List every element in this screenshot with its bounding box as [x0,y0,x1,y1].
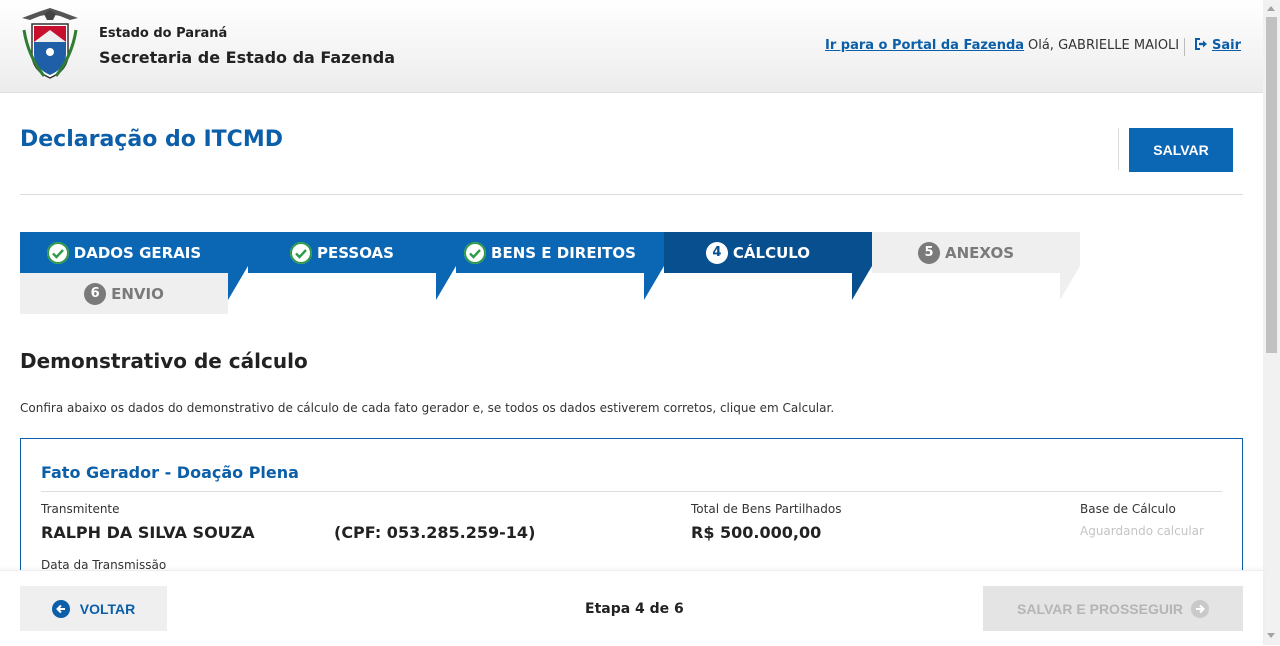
parana-coat-of-arms-icon [22,8,78,79]
header-divider [1184,38,1185,56]
step-number-badge: 5 [918,241,940,264]
department-name: Secretaria de Estado da Fazenda [99,48,395,67]
check-circle-icon [290,241,313,264]
sign-out-icon [1195,38,1207,50]
step-label: BENS E DIREITOS [491,243,636,262]
next-label: SALVAR E PROSSEGUIR [1017,600,1183,617]
fato-gerador-card: Fato Gerador - Doação Plena Transmitente… [20,438,1243,579]
scrollbar-thumb[interactable] [1266,17,1277,353]
logout-link[interactable]: Sair [1195,38,1241,53]
transmitter-cpf: (CPF: 053.285.259-14) [334,523,536,542]
step-label: ENVIO [111,284,164,303]
step-label: DADOS GERAIS [73,243,202,262]
step-dados-gerais[interactable]: DADOS GERAIS [20,232,228,273]
step-number-badge: 6 [84,282,107,305]
save-and-continue-button[interactable]: SALVAR E PROSSEGUIR [983,586,1243,631]
total-label: Total de Bens Partilhados [691,502,842,516]
arrow-right-icon [1190,599,1209,618]
check-circle-icon [46,241,69,264]
card-title: Fato Gerador - Doação Plena [41,463,299,482]
step-label: ANEXOS [945,243,1014,262]
step-label: PESSOAS [317,243,394,262]
step-arrow [228,232,248,300]
step-bens-e-direitos[interactable]: BENS E DIREITOS [456,232,644,273]
base-label: Base de Cálculo [1080,502,1176,516]
back-label: VOLTAR [79,600,136,617]
arrow-left-icon [51,599,70,618]
site-header: Estado do Paraná Secretaria de Estado da… [0,0,1263,93]
page-title: Declaração do ITCMD [20,127,283,152]
card-divider [41,491,1222,492]
transmitter-name: RALPH DA SILVA SOUZA [41,523,255,542]
step-arrow [436,232,456,300]
vertical-scrollbar[interactable] [1263,0,1280,645]
step-number-badge: 4 [705,241,728,264]
portal-link[interactable]: Ir para o Portal da Fazenda [825,38,1024,53]
step-calculo[interactable]: 4 CÁLCULO [664,232,852,273]
footer-bar: VOLTAR Etapa 4 de 6 SALVAR E PROSSEGUIR [0,570,1263,646]
scroll-down-arrow-icon[interactable] [1267,633,1275,638]
save-button[interactable]: SALVAR [1129,128,1233,172]
stage-indicator: Etapa 4 de 6 [585,601,684,617]
section-title: Demonstrativo de cálculo [20,349,308,373]
step-label: CÁLCULO [732,243,811,262]
base-value: Aguardando calcular [1080,524,1204,538]
back-button[interactable]: VOLTAR [20,586,167,631]
step-arrow [644,232,664,300]
step-anexos[interactable]: 5 ANEXOS [872,232,1060,273]
step-arrow [1060,232,1080,300]
section-intro: Confira abaixo os dados do demonstrativo… [20,401,835,415]
step-pessoas[interactable]: PESSOAS [248,232,436,273]
step-arrow [852,232,872,300]
title-divider [1118,128,1119,170]
transmitter-label: Transmitente [41,502,120,516]
user-greeting: Olá, GABRIELLE MAIOLI [1028,38,1180,53]
state-name: Estado do Paraná [99,26,228,41]
logout-label: Sair [1212,38,1242,53]
total-value: R$ 500.000,00 [691,523,822,542]
scroll-up-arrow-icon[interactable] [1267,6,1275,11]
title-separator [20,194,1243,195]
step-envio[interactable]: 6 ENVIO [20,273,228,314]
check-circle-icon [464,241,487,264]
